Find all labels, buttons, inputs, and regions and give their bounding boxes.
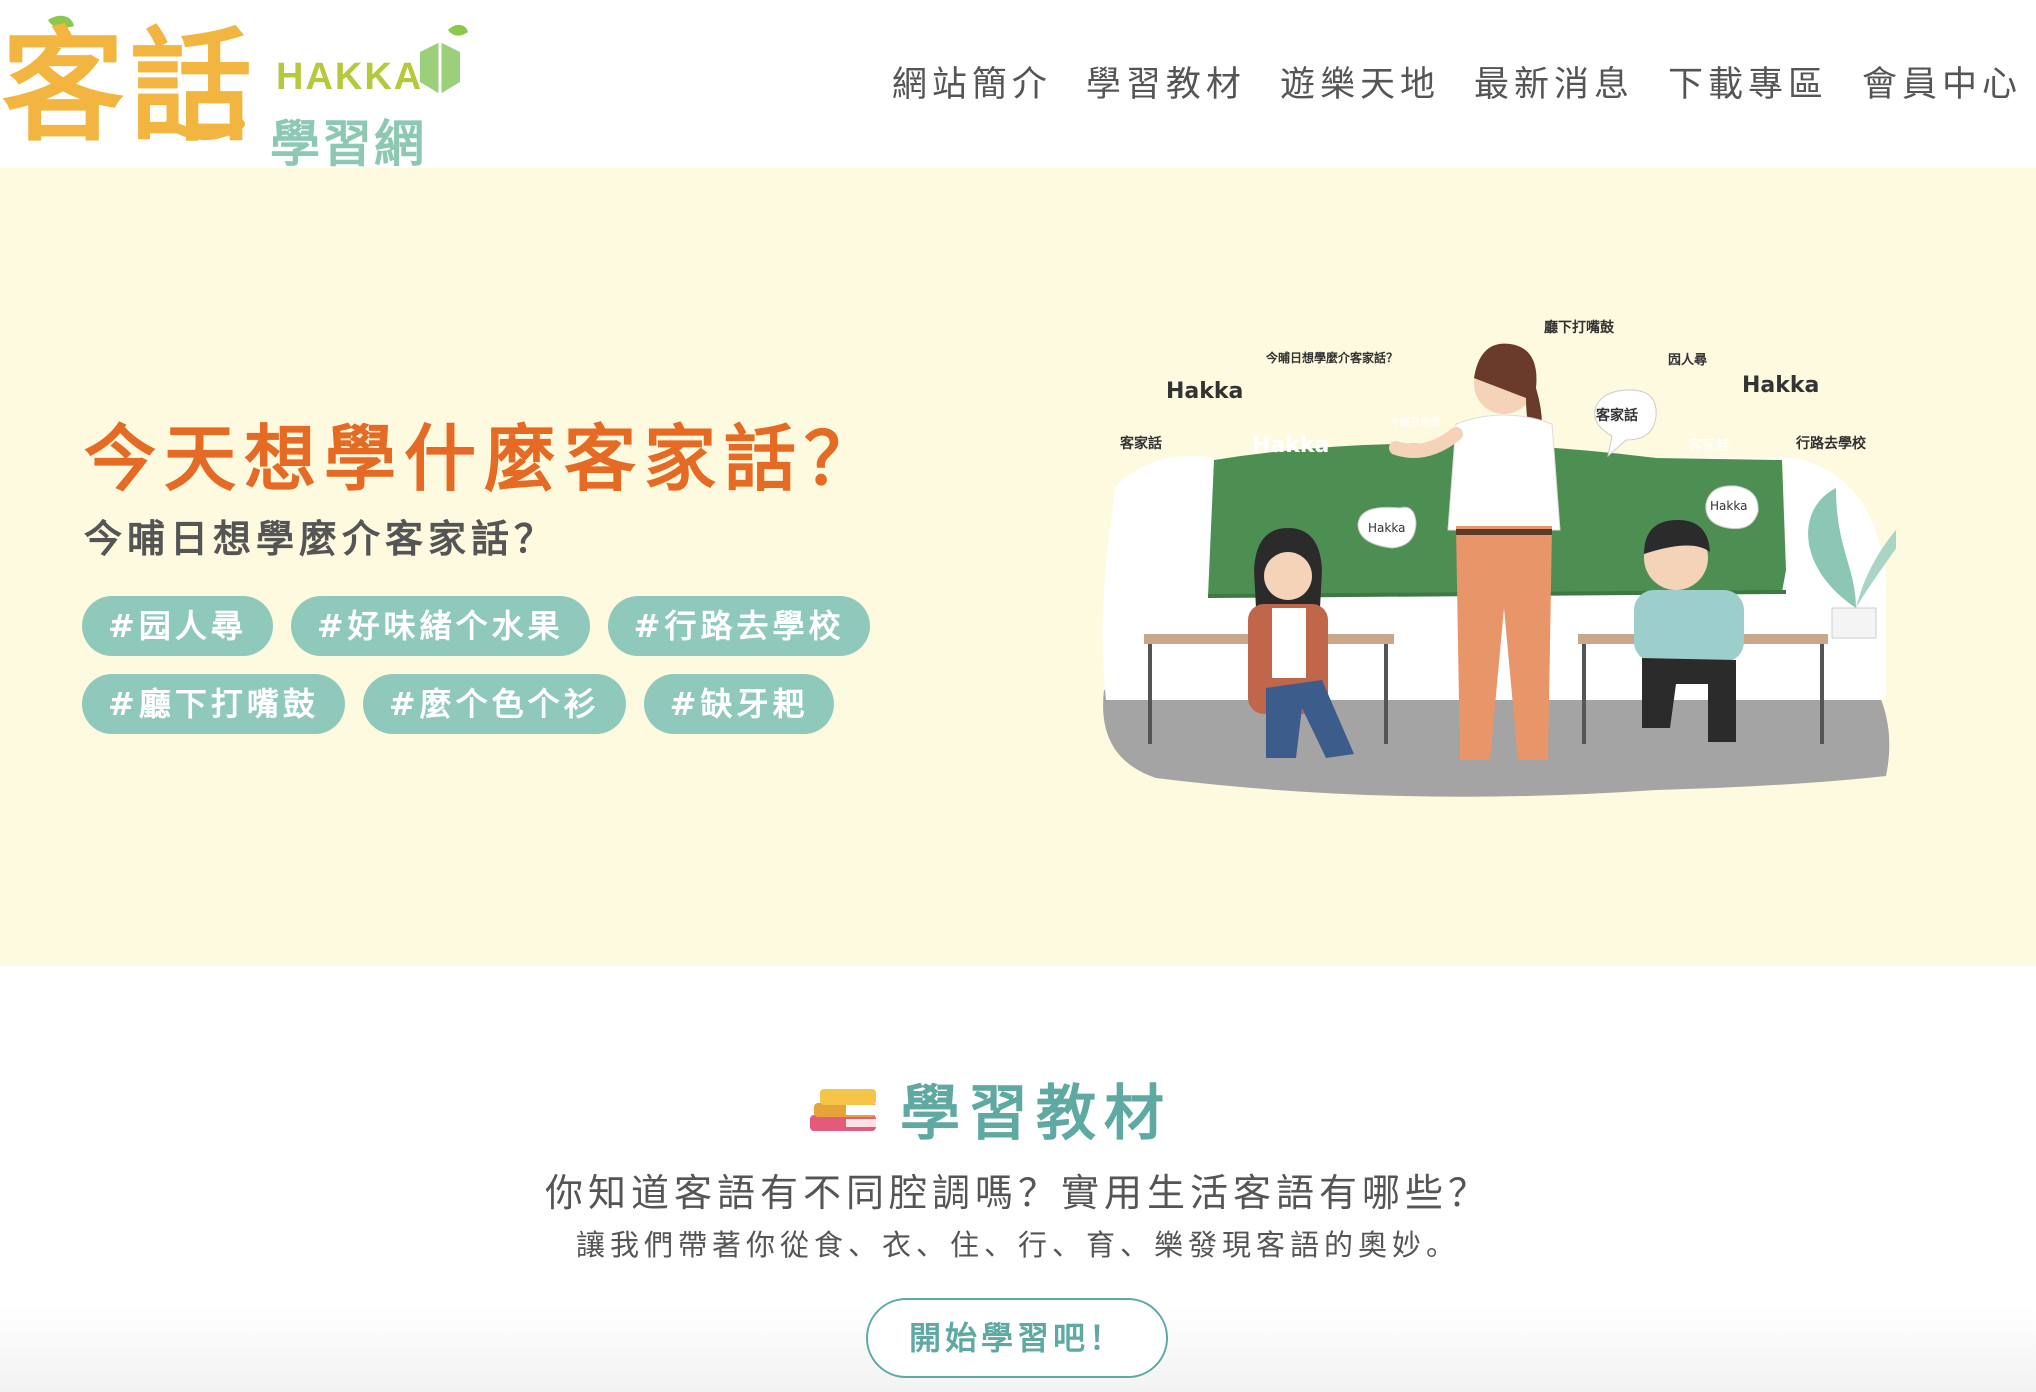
hero-title: 今天想學什麼客家話？ — [84, 417, 885, 501]
nav-item-downloads[interactable]: 下載專區 — [1668, 56, 1828, 107]
illus-label: 今晡日想學 — [1390, 416, 1440, 429]
classroom-illustration: 廳下打嘴鼓 今晡日想學麼介客家話？ 囥人尋 Hakka Hakka 客家話 Ha… — [1102, 319, 1896, 797]
logo-char-ke: 客 — [2, 16, 124, 158]
materials-intro-text: 讓我們帶著你從食、衣、住、行、育、樂發現客語的奧妙。 — [575, 1228, 1460, 1262]
logo-site-name: 學習網 — [270, 115, 426, 173]
plant-pot — [1831, 607, 1877, 639]
illus-label: 客家話 — [1688, 437, 1730, 454]
nav-item-games[interactable]: 遊樂天地 — [1280, 56, 1440, 107]
illus-label: Hakka — [1368, 521, 1405, 535]
girl-face — [1264, 552, 1312, 600]
illus-label: 廳下打嘴鼓 — [1544, 319, 1615, 336]
materials-section: 學習教材 你知道客語有不同腔調嗎？實用生活客語有哪些？ 讓我們帶著你從食、衣、住… — [0, 966, 2036, 1392]
illus-label: 囥人尋 — [1668, 352, 1707, 368]
site-logo[interactable]: 客 話 HAKKA 學習網 — [0, 12, 480, 173]
hashtag-chip[interactable]: #麼个色个衫 — [362, 674, 626, 734]
start-learning-button[interactable]: 開始學習吧！ — [866, 1298, 1168, 1378]
nav-item-about[interactable]: 網站簡介 — [892, 56, 1052, 107]
hashtag-chip[interactable]: #廳下打嘴鼓 — [82, 674, 345, 734]
hero-banner: 今天想學什麼客家話？ 今晡日想學麼介客家話？ #园人尋 #好味緒个水果 #行路去… — [0, 168, 2036, 966]
illus-label: Hakka — [1166, 379, 1243, 404]
illus-label: 今晡日想學麼介客家話？ — [1265, 350, 1398, 365]
illus-label: Hakka — [1252, 433, 1329, 458]
teacher-arm — [1389, 427, 1463, 458]
hashtag-chip[interactable]: #缺牙耙 — [643, 674, 835, 734]
site-header: 客 話 HAKKA 學習網 網站簡介 學習教材 遊樂天地 最新消息 下載專區 會… — [0, 0, 2036, 173]
logo-hakka-text: HAKKA — [276, 56, 424, 98]
materials-title: 學習教材 — [900, 1078, 1172, 1149]
hashtag-chip[interactable]: #园人尋 — [82, 596, 273, 656]
hashtag-chip[interactable]: #好味緒个水果 — [290, 596, 590, 656]
illus-label: 客家話 — [1595, 407, 1638, 424]
materials-intro-question: 你知道客語有不同腔調嗎？實用生活客語有哪些？ — [544, 1171, 1491, 1215]
boy-sweater — [1634, 590, 1744, 662]
girl-shirt — [1272, 608, 1306, 678]
illus-label: 客家話 — [1119, 435, 1162, 452]
main-nav: 網站簡介 學習教材 遊樂天地 最新消息 下載專區 會員中心 — [892, 56, 2022, 107]
logo-char-hua: 話 — [130, 16, 252, 158]
materials-heading: 學習教材 — [806, 1068, 1172, 1149]
illus-label: 行路去學校 — [1795, 435, 1867, 452]
illus-label: Hakka — [1742, 373, 1819, 398]
nav-item-members[interactable]: 會員中心 — [1862, 56, 2022, 107]
hashtag-list: #园人尋 #好味緒个水果 #行路去學校 #廳下打嘴鼓 #麼个色个衫 #缺牙耙 — [82, 596, 912, 734]
nav-item-materials[interactable]: 學習教材 — [1086, 56, 1246, 107]
hero-subtitle: 今晡日想學麼介客家話？ — [84, 517, 558, 561]
nav-item-news[interactable]: 最新消息 — [1474, 56, 1634, 107]
teacher-blouse — [1447, 414, 1561, 531]
illus-label: Hakka — [1710, 499, 1747, 513]
hashtag-chip[interactable]: #行路去學校 — [607, 596, 871, 656]
floor-shape — [1103, 688, 1890, 797]
books-icon — [810, 1089, 876, 1131]
